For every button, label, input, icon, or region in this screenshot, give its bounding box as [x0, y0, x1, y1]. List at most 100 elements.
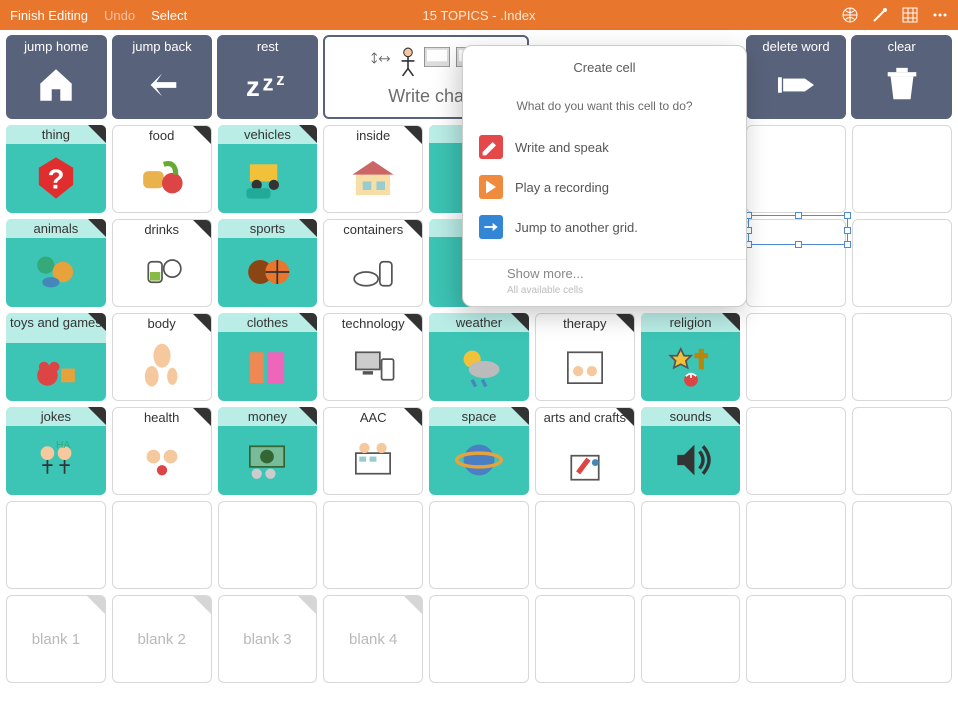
empty-cell[interactable] [218, 501, 318, 589]
topic-cell-sounds[interactable]: sounds [641, 407, 741, 495]
pencil-icon [479, 135, 503, 159]
topic-cell-thing[interactable]: thing [6, 125, 106, 213]
select-button[interactable]: Select [151, 8, 187, 23]
topic-cell-technology[interactable]: technology [323, 313, 423, 401]
topic-cell-arts-and-crafts[interactable]: arts and crafts [535, 407, 635, 495]
option-play-recording[interactable]: Play a recording [463, 167, 746, 207]
top-toolbar: Finish Editing Undo Select 15 TOPICS - .… [0, 0, 958, 30]
topic-cell-religion[interactable]: religion [641, 313, 741, 401]
space-icon [429, 426, 529, 495]
option-play-recording-label: Play a recording [515, 180, 609, 195]
empty-cell[interactable] [852, 407, 952, 495]
delete-word-label: delete word [762, 39, 829, 54]
delete-word-cell[interactable]: delete word [746, 35, 847, 119]
back-arrow-icon [114, 57, 211, 113]
topic-cell-space[interactable]: space [429, 407, 529, 495]
topic-cell-drinks[interactable]: drinks [112, 219, 212, 307]
empty-cell[interactable] [852, 595, 952, 683]
blank-cell[interactable]: blank 3 [218, 595, 318, 683]
jokes-icon [6, 426, 106, 495]
animals-icon [6, 238, 106, 307]
rest-cell[interactable]: rest [217, 35, 318, 119]
clear-cell[interactable]: clear [851, 35, 952, 119]
popover-title: Create cell [463, 46, 746, 85]
grid-icon[interactable] [902, 7, 918, 23]
delete-word-icon [748, 57, 845, 113]
empty-cell[interactable] [852, 125, 952, 213]
blank-label: blank 2 [137, 631, 185, 648]
sports-icon [218, 238, 318, 307]
more-icon[interactable] [932, 7, 948, 23]
empty-cell[interactable] [535, 595, 635, 683]
show-more-link[interactable]: Show more... [463, 266, 746, 285]
trash-icon [853, 57, 950, 113]
option-write-speak[interactable]: Write and speak [463, 127, 746, 167]
empty-cell[interactable] [535, 501, 635, 589]
vehicles-icon [218, 144, 318, 213]
empty-cell[interactable] [429, 595, 529, 683]
blank-label: blank 1 [32, 631, 80, 648]
blank-cell[interactable]: blank 2 [112, 595, 212, 683]
tech-icon [324, 333, 422, 400]
topic-cell-weather[interactable]: weather [429, 313, 529, 401]
empty-cell[interactable] [746, 313, 846, 401]
sleep-icon [219, 57, 316, 113]
empty-cell[interactable] [641, 595, 741, 683]
topic-cell-containers[interactable]: containers [323, 219, 423, 307]
write-chat-label: Write cha [388, 86, 464, 107]
person-icon [398, 47, 418, 82]
rest-label: rest [257, 39, 279, 54]
globe-icon[interactable] [842, 7, 858, 23]
topic-cell-body[interactable]: body [112, 313, 212, 401]
option-jump-grid[interactable]: Jump to another grid. [463, 207, 746, 247]
clear-label: clear [888, 39, 916, 54]
wand-icon[interactable] [872, 7, 888, 23]
topic-cell-money[interactable]: money [218, 407, 318, 495]
blank-cell[interactable]: blank 4 [323, 595, 423, 683]
empty-cell[interactable] [746, 125, 846, 213]
jump-home-cell[interactable]: jump home [6, 35, 107, 119]
drinks-icon [113, 239, 211, 306]
topic-cell-clothes[interactable]: clothes [218, 313, 318, 401]
arts-icon [536, 438, 634, 494]
jump-back-cell[interactable]: jump back [112, 35, 213, 119]
empty-cell[interactable] [429, 501, 529, 589]
empty-cell[interactable] [746, 219, 846, 307]
resize-arrows-icon [370, 47, 392, 82]
topic-cell-animals[interactable]: animals [6, 219, 106, 307]
house-icon [324, 145, 422, 212]
empty-cell[interactable] [641, 501, 741, 589]
topic-cell-vehicles[interactable]: vehicles [218, 125, 318, 213]
topic-cell-therapy[interactable]: therapy [535, 313, 635, 401]
therapy-icon [536, 333, 634, 400]
blank-label: blank 4 [349, 631, 397, 648]
topic-cell-jokes[interactable]: jokes [6, 407, 106, 495]
empty-cell[interactable] [852, 501, 952, 589]
empty-cell[interactable] [852, 219, 952, 307]
sounds-icon [641, 426, 741, 495]
topic-cell-sports[interactable]: sports [218, 219, 318, 307]
empty-cell[interactable] [746, 501, 846, 589]
empty-cell[interactable] [323, 501, 423, 589]
create-cell-popover: Create cell What do you want this cell t… [462, 45, 747, 307]
empty-cell[interactable] [852, 313, 952, 401]
religion-icon [641, 332, 741, 401]
topic-cell-inside[interactable]: inside [323, 125, 423, 213]
jump-home-label: jump home [24, 39, 88, 54]
finish-editing-button[interactable]: Finish Editing [10, 8, 88, 23]
body-icon [113, 333, 211, 400]
blank-label: blank 3 [243, 631, 291, 648]
empty-cell[interactable] [6, 501, 106, 589]
empty-cell[interactable] [112, 501, 212, 589]
topic-cell-food[interactable]: food [112, 125, 212, 213]
jump-back-label: jump back [132, 39, 191, 54]
blank-cell[interactable]: blank 1 [6, 595, 106, 683]
topic-cell-health[interactable]: health [112, 407, 212, 495]
topic-cell-toys-and-games[interactable]: toys and games [6, 313, 106, 401]
arrow-right-icon [479, 215, 503, 239]
topic-cell-AAC[interactable]: AAC [323, 407, 423, 495]
empty-cell[interactable] [746, 407, 846, 495]
empty-cell[interactable] [746, 595, 846, 683]
aac-icon [324, 427, 422, 494]
undo-button[interactable]: Undo [104, 8, 135, 23]
